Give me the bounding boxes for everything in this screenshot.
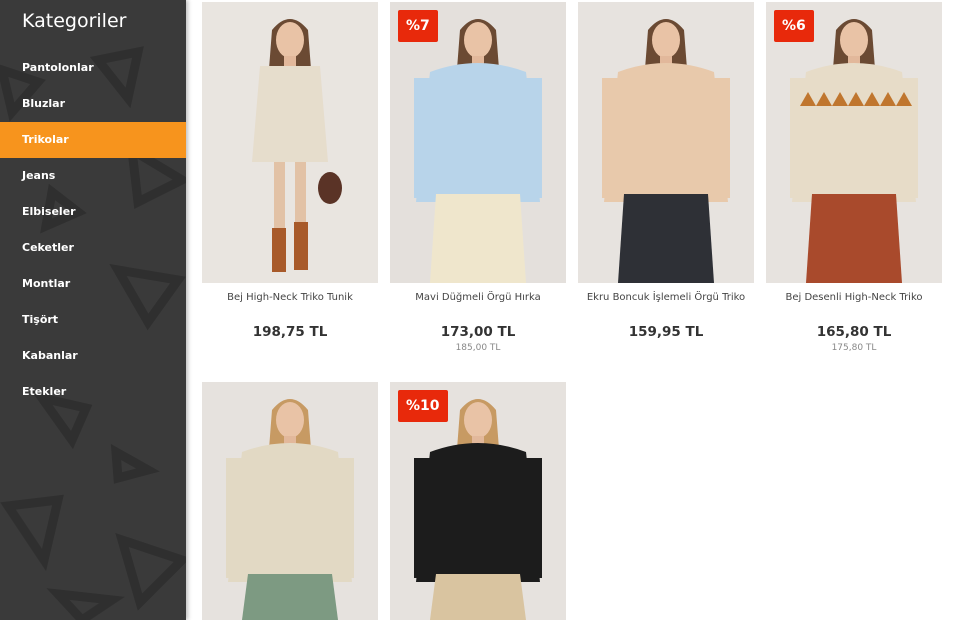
product-image[interactable] [578,2,754,283]
product-name[interactable]: Ekru Boncuk İşlemeli Örgü Triko [578,292,754,306]
model-illustration [390,2,566,283]
sidebar-item-etekler[interactable]: Etekler [0,374,186,410]
model-illustration [202,2,378,283]
product-card[interactable]: Bej High-Neck Triko Tunik 198,75 TL [202,2,378,343]
category-list: Pantolonlar Bluzlar Trikolar Jeans Elbis… [0,50,186,410]
sweater [416,443,540,582]
sweater [604,63,728,202]
sleeve-left [602,78,622,198]
discount-badge: %6 [774,10,814,42]
pants [430,194,526,283]
boot-right [294,222,308,270]
product-card[interactable]: %6 Bej Desenli High-Neck Triko 165,80 TL… [766,2,942,353]
leg-left [274,162,285,232]
product-card[interactable]: Ekru Boncuk İşlemeli Örgü Triko 159,95 T… [578,2,754,343]
product-price: 198,75 TL [252,324,328,340]
product-image[interactable]: %7 [390,2,566,283]
face [464,402,492,438]
model-illustration [202,382,378,620]
product-name[interactable]: Bej High-Neck Triko Tunik [202,292,378,306]
product-card[interactable] [202,382,378,620]
sidebar-item-ceketler[interactable]: Ceketler [0,230,186,266]
product-price: 165,80 TL [816,324,892,340]
product-card[interactable]: %7 Mavi Düğmeli Örgü Hırka 173,00 TL 185… [390,2,566,353]
sidebar-item-kabanlar[interactable]: Kabanlar [0,338,186,374]
face [840,22,868,58]
product-old-price: 185,00 TL [455,343,501,353]
leg-right [295,162,306,232]
handbag [318,172,342,204]
sidebar-item-elbiseler[interactable]: Elbiseler [0,194,186,230]
face [276,402,304,438]
sidebar-item-bluzlar[interactable]: Bluzlar [0,86,186,122]
sweater-dress [252,66,328,162]
sleeve-left [226,458,246,578]
sleeve-right [522,78,542,198]
sidebar-item-jeans[interactable]: Jeans [0,158,186,194]
sweater [416,63,540,202]
sidebar-item-pantolonlar[interactable]: Pantolonlar [0,50,186,86]
product-image[interactable]: %6 [766,2,942,283]
product-card[interactable]: %10 [390,382,566,620]
sleeve-left [414,458,434,578]
product-old-price: 175,80 TL [831,343,877,353]
product-name[interactable]: Bej Desenli High-Neck Triko [766,292,942,306]
product-price: 173,00 TL [440,324,516,340]
product-image[interactable]: %10 [390,382,566,620]
boot-left [272,228,286,272]
category-sidebar: Kategoriler Pantolonlar Bluzlar Trikolar… [0,0,186,620]
sidebar-item-tisort[interactable]: Tişört [0,302,186,338]
sidebar-item-montlar[interactable]: Montlar [0,266,186,302]
face [276,22,304,58]
product-grid: Bej High-Neck Triko Tunik 198,75 TL %7 M… [186,0,960,620]
face [464,22,492,58]
sidebar-title: Kategoriler [22,10,127,32]
face [652,22,680,58]
sidebar-item-trikolar[interactable]: Trikolar [0,122,186,158]
pants [242,574,338,620]
sleeve-right [334,458,354,578]
sweater [228,443,352,582]
discount-badge: %7 [398,10,438,42]
pants [806,194,902,283]
product-price: 159,95 TL [628,324,704,340]
sleeve-left [414,78,434,198]
pants [618,194,714,283]
discount-badge: %10 [398,390,448,422]
product-image[interactable] [202,382,378,620]
sleeve-right [522,458,542,578]
model-illustration [578,2,754,283]
sweater [792,63,916,202]
sleeve-right [710,78,730,198]
product-name[interactable]: Mavi Düğmeli Örgü Hırka [390,292,566,306]
pants [430,574,526,620]
sleeve-right [898,78,918,198]
model-illustration [766,2,942,283]
product-image[interactable] [202,2,378,283]
